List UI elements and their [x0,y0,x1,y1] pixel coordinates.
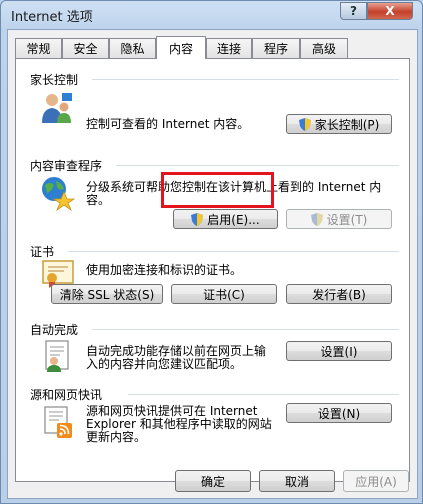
clear-ssl-state-button[interactable]: 清除 SSL 状态(S) [51,284,163,304]
feeds-icon [44,406,72,438]
feeds-group-title: 源和网页快讯 [30,388,103,402]
autocomplete-form-icon [45,340,69,372]
tab-security[interactable]: 安全 [62,38,109,58]
group-divider [68,251,399,252]
apply-button[interactable]: 应用(A) [343,470,409,492]
autocomplete-description-line2: 入的内容并向您建议匹配项。 [86,357,243,371]
tab-programs[interactable]: 程序 [252,38,300,58]
autocomplete-description-line1: 自动完成功能存储以前在网页上输 [86,344,267,358]
content-tab-panel: 家长控制 控制可查看的 Internet 内容。 家长控制(P) 内容审查程序 [15,58,410,482]
uac-shield-icon [298,117,311,131]
group-divider [92,79,399,80]
uac-shield-icon [310,212,323,226]
certificates-group-title: 证书 [30,245,55,259]
window-title: Internet 选项 [11,10,93,25]
parental-group-title: 家长控制 [30,73,79,87]
dialog-window: Internet 选项 ? X 常规 安全 隐私 内容 连接 程序 高级 家长控… [0,0,423,504]
globe-star-icon [42,177,76,211]
annotation-highlight-box [161,172,274,208]
advisor-description-line2: 容。 [86,193,111,207]
tab-connections[interactable]: 连接 [206,38,252,58]
autocomplete-settings-button[interactable]: 设置(I) [286,341,392,361]
ok-button[interactable]: 确定 [175,470,251,492]
parental-control-icon [42,93,72,123]
tab-general[interactable]: 常规 [15,38,62,58]
parental-control-button[interactable]: 家长控制(P) [286,114,392,134]
tab-privacy[interactable]: 隐私 [109,38,156,58]
group-divider [92,329,399,330]
group-divider [116,165,399,166]
help-button[interactable]: ? [340,2,367,20]
publishers-button[interactable]: 发行者(B) [286,284,392,304]
autocomplete-group-title: 自动完成 [30,323,79,337]
enable-advisor-button[interactable]: 启用(E)... [173,209,278,229]
parental-control-button-label: 家长控制(P) [314,117,380,132]
enable-advisor-button-label: 启用(E)... [207,212,260,227]
group-divider [128,394,399,395]
uac-shield-icon [191,212,204,226]
advisor-settings-button-label: 设置(T) [326,212,368,227]
advisor-group-title: 内容审查程序 [30,159,103,173]
feeds-description-line1: 源和网页快讯提供可在 Internet [86,404,258,418]
certificates-button[interactable]: 证书(C) [171,284,277,304]
close-button[interactable]: X [367,2,413,20]
dialog-client-area: 常规 安全 隐私 内容 连接 程序 高级 家长控制 控制可查看的 Interne… [7,29,418,499]
cancel-button[interactable]: 取消 [259,470,335,492]
tab-content[interactable]: 内容 [156,36,206,59]
feeds-settings-button[interactable]: 设置(N) [286,403,392,423]
advisor-settings-button[interactable]: 设置(T) [286,209,392,229]
parental-description: 控制可查看的 Internet 内容。 [86,117,250,131]
feeds-description-line3: 更新内容。 [86,430,147,444]
tab-advanced[interactable]: 高级 [300,38,348,58]
feeds-description-line2: Explorer 和其他程序中读取的网站 [86,417,272,431]
certificates-description: 使用加密连接和标识的证书。 [86,263,243,277]
